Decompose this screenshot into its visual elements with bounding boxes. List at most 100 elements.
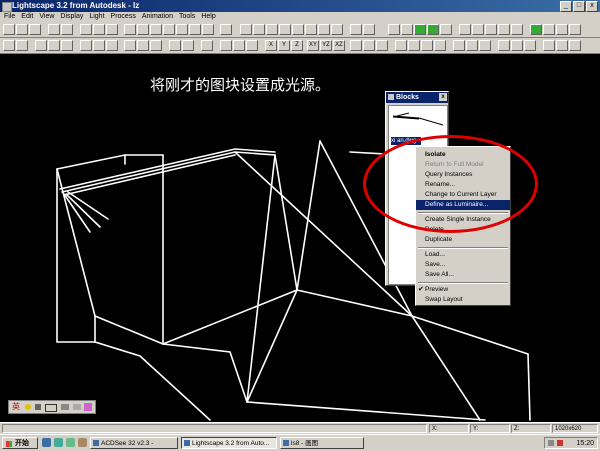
settings-icon[interactable] (569, 40, 581, 51)
green-cube-icon[interactable] (414, 24, 426, 35)
menu-item-load[interactable]: Load... (416, 250, 510, 260)
material-icon[interactable] (401, 24, 413, 35)
plane-xz-button[interactable]: XZ (333, 40, 345, 51)
menu-display[interactable]: Display (60, 12, 83, 22)
menu-item-save[interactable]: Save... (416, 260, 510, 270)
ime-table-icon[interactable] (73, 404, 81, 410)
menu-light[interactable]: Light (89, 12, 104, 22)
light-icon[interactable] (305, 24, 317, 35)
help-icon[interactable] (106, 24, 118, 35)
camera-icon[interactable] (220, 40, 232, 51)
view-top-icon[interactable] (189, 24, 201, 35)
maximize-button[interactable]: □ (573, 1, 585, 12)
menu-view[interactable]: View (39, 12, 54, 22)
add-point-icon[interactable] (201, 40, 213, 51)
mesh-icon[interactable] (440, 24, 452, 35)
select-pointer-icon[interactable] (16, 40, 28, 51)
flip-icon[interactable] (182, 40, 194, 51)
wireframe-icon[interactable] (266, 24, 278, 35)
select-surface-icon[interactable] (35, 40, 47, 51)
view-front-icon[interactable] (137, 24, 149, 35)
select-object-icon[interactable] (48, 40, 60, 51)
axis-y-button[interactable]: Y (278, 40, 290, 51)
zoom-icon[interactable] (220, 24, 232, 35)
select-all-icon[interactable] (93, 40, 105, 51)
volume-icon[interactable] (548, 440, 554, 446)
lights-off-icon[interactable] (421, 40, 433, 51)
layers-icon[interactable] (93, 24, 105, 35)
align-icon[interactable] (169, 40, 181, 51)
view-left-icon[interactable] (163, 24, 175, 35)
task-paint[interactable]: ls8 - 画图 (280, 437, 364, 449)
menu-file[interactable]: File (4, 12, 15, 22)
clock[interactable]: 15:20 (576, 440, 594, 447)
view-right-icon[interactable] (176, 24, 188, 35)
sun-icon[interactable] (318, 24, 330, 35)
render-view-icon[interactable] (395, 40, 407, 51)
zoom-in-icon[interactable] (350, 24, 362, 35)
open-file-icon[interactable] (16, 24, 28, 35)
view-bottom-icon[interactable] (202, 24, 214, 35)
minimize-button[interactable]: _ (560, 1, 572, 12)
ime-grid-icon[interactable] (61, 404, 69, 410)
axis-z-button[interactable]: Z (291, 40, 303, 51)
block-thumbnail[interactable] (389, 110, 447, 130)
copy-icon[interactable] (61, 24, 73, 35)
previous-view-icon[interactable] (511, 40, 523, 51)
info-icon[interactable] (543, 40, 555, 51)
menu-process[interactable]: Process (111, 12, 136, 22)
wire-view-icon[interactable] (466, 40, 478, 51)
render-icon[interactable] (240, 24, 252, 35)
sky-icon[interactable] (331, 24, 343, 35)
view-back-icon[interactable] (150, 24, 162, 35)
solid-icon[interactable] (279, 24, 291, 35)
select-block-icon[interactable] (61, 40, 73, 51)
process-icon[interactable] (459, 24, 471, 35)
snap-icon[interactable] (350, 40, 362, 51)
layers-panel-icon[interactable] (556, 24, 568, 35)
task-acdsee[interactable]: ACDSee 32 v2.3 - (90, 437, 178, 449)
stats-icon[interactable] (556, 40, 568, 51)
blocks-panel-close-button[interactable]: x (439, 93, 447, 101)
solve-icon[interactable] (472, 24, 484, 35)
texture-icon[interactable] (292, 24, 304, 35)
network-icon[interactable] (557, 440, 563, 446)
undo-icon[interactable] (48, 24, 60, 35)
new-file-icon[interactable] (3, 24, 15, 35)
next-view-icon[interactable] (524, 40, 536, 51)
ray-trace-icon[interactable] (479, 40, 491, 51)
animate-icon[interactable] (511, 24, 523, 35)
menu-edit[interactable]: Edit (21, 12, 33, 22)
select-none-icon[interactable] (106, 40, 118, 51)
menu-tools[interactable]: Tools (179, 12, 195, 22)
app-icon[interactable] (2, 2, 12, 12)
ime-punctuation-icon[interactable] (35, 404, 41, 410)
menu-item-swap-layout[interactable]: Swap Layout (416, 295, 510, 305)
zoom-out-icon[interactable] (363, 24, 375, 35)
grid-icon[interactable] (363, 40, 375, 51)
ime-keyboard-icon[interactable] (45, 404, 57, 412)
color-swatch-icon[interactable] (388, 24, 400, 35)
pause-icon[interactable] (485, 24, 497, 35)
ime-mode-label[interactable]: 英 (12, 401, 20, 413)
move-icon[interactable] (124, 40, 136, 51)
menu-animation[interactable]: Animation (142, 12, 173, 22)
menu-item-preview-row[interactable]: ✔ Preview (416, 285, 510, 295)
rotate-icon[interactable] (137, 40, 149, 51)
materials-panel-icon[interactable] (569, 24, 581, 35)
select-window-icon[interactable] (80, 40, 92, 51)
blocks-icon[interactable] (543, 24, 555, 35)
ime-settings-icon[interactable] (84, 403, 92, 411)
color-icon[interactable] (376, 40, 388, 51)
select-arrow-icon[interactable] (3, 40, 15, 51)
scale-icon[interactable] (150, 40, 162, 51)
channel-icon[interactable] (78, 438, 87, 447)
pan-icon[interactable] (246, 40, 258, 51)
ie-icon[interactable] (42, 438, 51, 447)
tree-icon[interactable] (530, 24, 542, 35)
fit-view-icon[interactable] (498, 40, 510, 51)
close-button[interactable]: x (586, 1, 598, 12)
start-button[interactable]: 开始 (2, 437, 38, 449)
desktop-icon[interactable] (66, 438, 75, 447)
orbit-icon[interactable] (233, 40, 245, 51)
